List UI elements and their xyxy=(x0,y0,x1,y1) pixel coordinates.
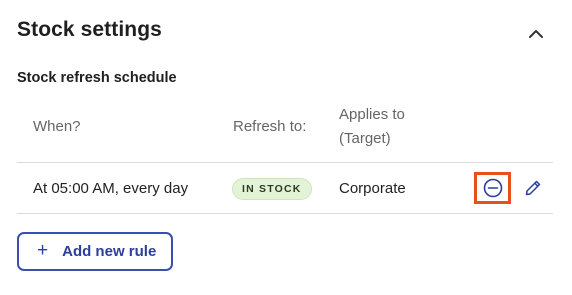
schedule-subtitle: Stock refresh schedule xyxy=(17,70,177,86)
table-row-divider xyxy=(17,213,553,214)
status-badge: IN STOCK xyxy=(232,178,312,200)
pencil-icon xyxy=(525,180,541,196)
plus-icon: + xyxy=(37,240,49,261)
remove-rule-button[interactable] xyxy=(474,172,511,204)
column-header-applies-to-line1: Applies to xyxy=(339,106,405,123)
column-header-refresh-to: Refresh to: xyxy=(233,118,307,135)
table-header-divider xyxy=(17,162,553,163)
row-when: At 05:00 AM, every day xyxy=(33,180,189,197)
section-title: Stock settings xyxy=(17,18,162,41)
column-header-when: When? xyxy=(33,118,81,135)
chevron-up-icon xyxy=(529,30,543,38)
column-header-applies-to-line2: (Target) xyxy=(339,130,391,147)
add-new-rule-button[interactable]: + Add new rule xyxy=(17,232,173,271)
add-new-rule-label: Add new rule xyxy=(62,243,157,260)
column-header-applies-to: Applies to (Target) xyxy=(339,103,449,151)
edit-rule-button[interactable] xyxy=(521,176,545,200)
minus-circle-icon xyxy=(483,178,502,198)
collapse-section-button[interactable] xyxy=(524,22,548,46)
row-applies-to: Corporate xyxy=(339,180,406,197)
